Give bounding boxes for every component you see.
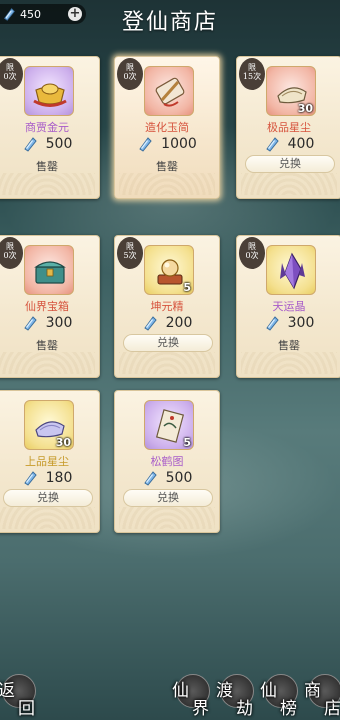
spirit-gem-icon	[23, 471, 37, 486]
purchase-limit-badge: 限 0次	[239, 237, 265, 269]
item-price: 300	[237, 315, 340, 331]
item-count: 5	[183, 436, 191, 449]
item-price: 300	[0, 315, 99, 331]
purchase-limit-badge: 限 0次	[117, 58, 143, 90]
shop-item-card[interactable]: 30 上品星尘 180 兑换	[0, 390, 100, 533]
item-name: 天运晶	[272, 300, 306, 313]
price-value: 1000	[161, 136, 197, 152]
spirit-gem-icon	[23, 137, 37, 152]
page-title: 登仙商店	[121, 10, 218, 35]
item-icon-frame: 5	[144, 245, 194, 295]
top-bar: 450 + 登仙商店	[0, 0, 340, 35]
item-price: 400	[237, 136, 340, 152]
bottom-nav: 返 回 仙 界 渡 劫 仙 榜 商 店	[0, 670, 340, 720]
item-icon-frame: 30	[24, 400, 74, 450]
price-value: 300	[45, 315, 73, 331]
item-name: 坤元精	[150, 300, 184, 313]
purple-crystal-icon	[280, 252, 305, 290]
shop-item-card[interactable]: 限 0次 天运晶 300 售罄	[236, 235, 340, 378]
nav-shop-button[interactable]: 商 店	[302, 672, 340, 720]
back-label-1: 返	[0, 681, 15, 701]
sold-out-label: 售罄	[156, 160, 178, 173]
item-name: 商贾金元	[25, 121, 69, 134]
shop-item-card[interactable]: 限 0次 造化玉简 1000 售罄	[114, 56, 220, 199]
item-price: 500	[115, 470, 219, 486]
purchase-limit-badge: 限 5次	[117, 237, 143, 269]
gold-ingot-icon	[33, 83, 67, 107]
shop-item-card[interactable]: 限 15次 30 极品星尘 400 兑换	[236, 56, 340, 199]
purchase-limit-badge: 限 0次	[0, 58, 23, 90]
item-price: 500	[0, 136, 99, 152]
nav-label-1: 渡	[216, 681, 233, 701]
spirit-gem-icon	[143, 471, 157, 486]
sold-out-label: 售罄	[36, 339, 58, 352]
item-price: 1000	[115, 136, 219, 152]
nav-label-2: 榜	[280, 699, 297, 719]
spirit-gem-icon	[143, 316, 157, 331]
exchange-button[interactable]: 兑换	[245, 155, 335, 173]
purchase-limit-badge: 限 15次	[239, 58, 265, 90]
spirit-gem-icon	[139, 137, 152, 152]
back-button[interactable]: 返 回	[0, 672, 42, 720]
shop-item-card[interactable]: 限 0次 仙界宝箱 300 售罄	[0, 235, 100, 378]
nav-label-2: 界	[192, 699, 209, 719]
treasure-chest-icon	[34, 261, 66, 284]
exchange-button[interactable]: 兑换	[123, 334, 213, 352]
sold-out-label: 售罄	[278, 339, 300, 352]
spirit-gem-icon	[23, 316, 37, 331]
nav-label-2: 劫	[236, 699, 253, 719]
exchange-button[interactable]: 兑换	[123, 489, 213, 507]
jade-scroll-icon	[155, 77, 185, 107]
item-icon-frame	[266, 245, 316, 295]
item-price: 180	[0, 470, 99, 486]
nav-ranking-button[interactable]: 仙 榜	[258, 672, 304, 720]
item-count: 5	[183, 281, 191, 294]
item-name: 造化玉简	[145, 121, 189, 134]
nav-label-2: 店	[324, 699, 340, 719]
price-value: 400	[287, 136, 315, 152]
item-count: 30	[297, 102, 313, 115]
item-icon-frame	[24, 245, 74, 295]
item-count: 30	[55, 436, 71, 449]
purchase-limit-badge: 限 0次	[0, 237, 23, 269]
price-value: 500	[45, 136, 73, 152]
shop-item-card[interactable]: 限 5次 5 坤元精 200 兑换	[114, 235, 220, 378]
nav-label-1: 仙	[260, 681, 277, 701]
item-price: 200	[115, 315, 219, 331]
price-value: 300	[287, 315, 315, 331]
price-value: 500	[165, 470, 193, 486]
spirit-gem-icon	[265, 316, 279, 331]
back-label-2: 回	[18, 699, 35, 719]
item-name: 上品星尘	[25, 455, 69, 468]
price-value: 200	[165, 315, 193, 331]
item-icon-frame: 30	[266, 66, 316, 116]
item-name: 仙界宝箱	[25, 300, 69, 313]
item-icon-frame	[24, 66, 74, 116]
item-icon-frame: 5	[144, 400, 194, 450]
nav-immortal-realm-button[interactable]: 仙 界	[170, 672, 216, 720]
spirit-gem-icon	[265, 137, 279, 152]
item-name: 松鹤图	[150, 455, 184, 468]
exchange-button[interactable]: 兑换	[3, 489, 93, 507]
item-icon-frame	[144, 66, 194, 116]
nav-label-1: 商	[304, 681, 321, 701]
shop-item-card[interactable]: 5 松鹤图 500 兑换	[114, 390, 220, 533]
item-name: 极品星尘	[267, 121, 311, 134]
nav-tribulation-button[interactable]: 渡 劫	[214, 672, 260, 720]
shop-item-card[interactable]: 限 0次 商贾金元 500 售罄	[0, 56, 100, 199]
nav-label-1: 仙	[172, 681, 189, 701]
sold-out-label: 售罄	[36, 160, 58, 173]
price-value: 180	[45, 470, 73, 486]
